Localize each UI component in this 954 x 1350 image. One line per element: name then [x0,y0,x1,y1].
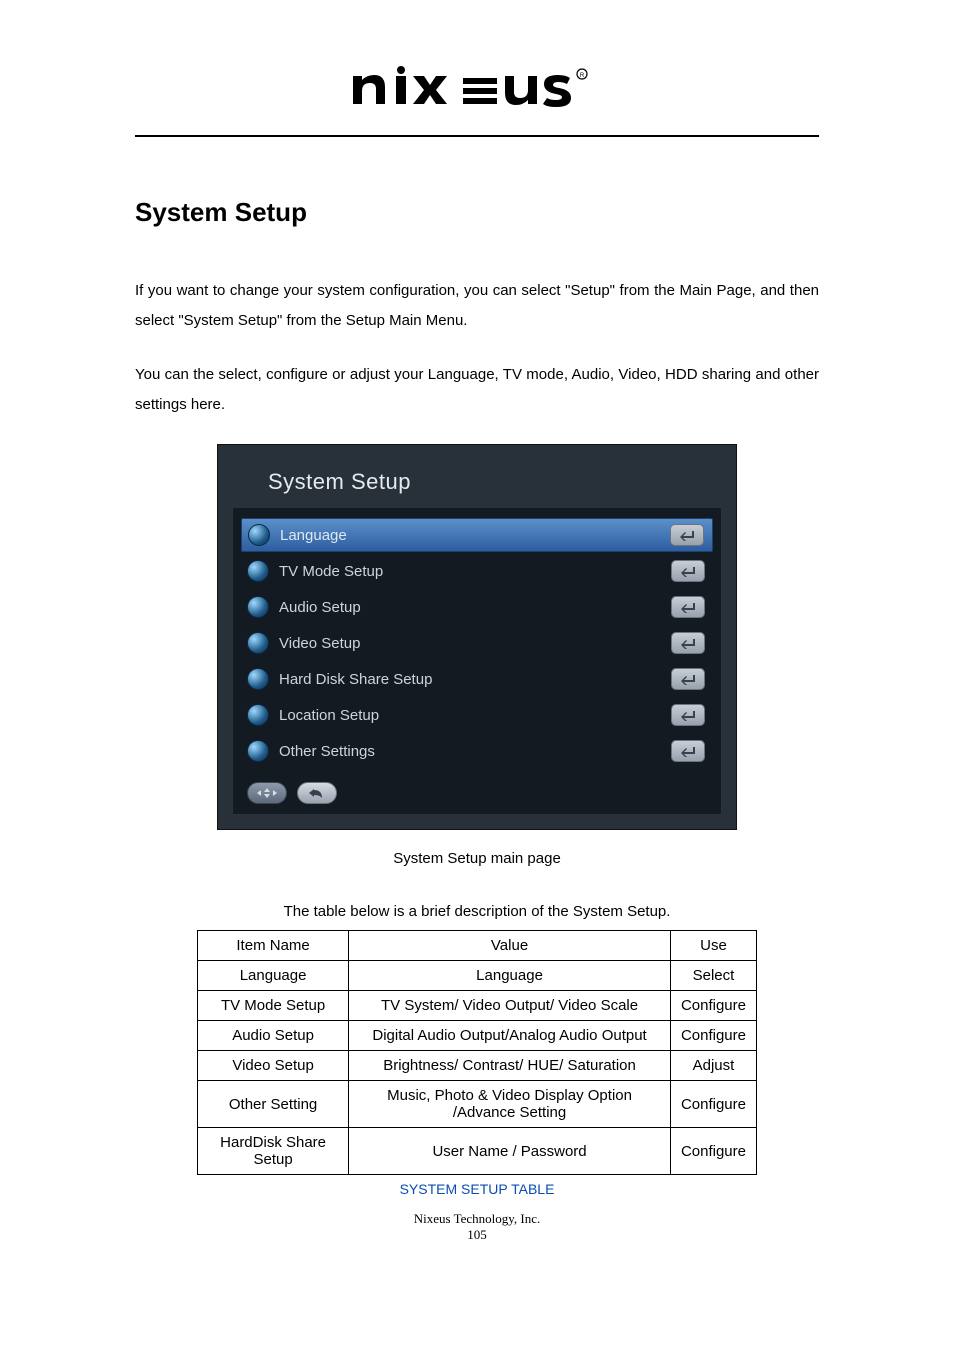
globe-icon [248,524,270,546]
table-row: Language Language Select [198,961,757,991]
menu-item-video-setup[interactable]: Video Setup [241,626,713,660]
enter-icon [671,740,705,762]
menu-item-language[interactable]: Language [241,518,713,552]
col-use: Use [670,931,756,961]
intro-paragraph-1: If you want to change your system config… [135,276,819,336]
cell-use: Select [670,961,756,991]
table-caption: SYSTEM SETUP TABLE [135,1181,819,1197]
nav-dpad-icon [247,782,287,804]
cell-value: TV System/ Video Output/ Video Scale [349,991,671,1021]
enter-icon [671,632,705,654]
cell-use: Configure [670,991,756,1021]
table-row: Audio Setup Digital Audio Output/Analog … [198,1021,757,1051]
menu-item-hard-disk-share-setup[interactable]: Hard Disk Share Setup [241,662,713,696]
menu-item-tv-mode-setup[interactable]: TV Mode Setup [241,554,713,588]
menu-item-location-setup[interactable]: Location Setup [241,698,713,732]
menu-item-label: Language [280,527,670,544]
menu-item-label: Location Setup [279,707,671,724]
back-icon [297,782,337,804]
enter-icon [671,668,705,690]
svg-text:R: R [580,73,585,79]
cell-value: Music, Photo & Video Display Option /Adv… [349,1081,671,1128]
enter-icon [671,560,705,582]
intro-paragraph-2: You can the select, configure or adjust … [135,360,819,420]
cell-item-name: Audio Setup [198,1021,349,1051]
screenshot-caption: System Setup main page [135,850,819,867]
page-footer: Nixeus Technology, Inc. 105 [135,1211,819,1243]
screenshot-footer-hints [241,770,713,806]
cell-use: Adjust [670,1051,756,1081]
menu-item-label: Hard Disk Share Setup [279,671,671,688]
globe-icon [247,632,269,654]
cell-item-name: Other Setting [198,1081,349,1128]
brand-logo: R [135,0,819,135]
table-row: TV Mode Setup TV System/ Video Output/ V… [198,991,757,1021]
cell-use: Configure [670,1081,756,1128]
menu-item-other-settings[interactable]: Other Settings [241,734,713,768]
cell-use: Configure [670,1128,756,1175]
table-row: HardDisk Share Setup User Name / Passwor… [198,1128,757,1175]
menu-item-label: Video Setup [279,635,671,652]
cell-value: Brightness/ Contrast/ HUE/ Saturation [349,1051,671,1081]
cell-value: Language [349,961,671,991]
footer-company: Nixeus Technology, Inc. [414,1211,541,1226]
globe-icon [247,596,269,618]
cell-use: Configure [670,1021,756,1051]
col-value: Value [349,931,671,961]
enter-icon [670,524,704,546]
cell-value: User Name / Password [349,1128,671,1175]
menu-item-label: TV Mode Setup [279,563,671,580]
globe-icon [247,560,269,582]
footer-page-number: 105 [135,1227,819,1243]
menu-item-audio-setup[interactable]: Audio Setup [241,590,713,624]
cell-item-name: HardDisk Share Setup [198,1128,349,1175]
enter-icon [671,704,705,726]
globe-icon [247,740,269,762]
enter-icon [671,596,705,618]
cell-value: Digital Audio Output/Analog Audio Output [349,1021,671,1051]
system-setup-table: Item Name Value Use Language Language Se… [197,930,757,1175]
cell-item-name: TV Mode Setup [198,991,349,1021]
cell-item-name: Video Setup [198,1051,349,1081]
screenshot-menu: Language TV Mode Setup Audio Setup [232,507,722,815]
menu-item-label: Other Settings [279,743,671,760]
table-intro-text: The table below is a brief description o… [135,903,819,920]
globe-icon [247,668,269,690]
menu-item-label: Audio Setup [279,599,671,616]
globe-icon [247,704,269,726]
header-rule [135,135,819,137]
system-setup-screenshot: System Setup Language TV Mode Setup Audi… [217,444,737,830]
table-row: Video Setup Brightness/ Contrast/ HUE/ S… [198,1051,757,1081]
table-row: Other Setting Music, Photo & Video Displ… [198,1081,757,1128]
page-title: System Setup [135,197,819,228]
cell-item-name: Language [198,961,349,991]
table-header-row: Item Name Value Use [198,931,757,961]
col-item-name: Item Name [198,931,349,961]
screenshot-title: System Setup [232,459,722,507]
